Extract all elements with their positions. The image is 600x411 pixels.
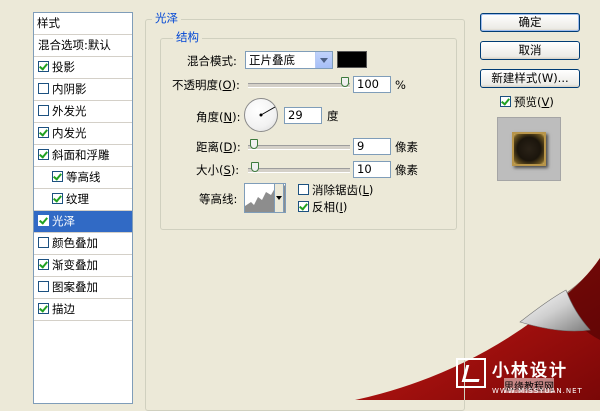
style-label: 颜色叠加: [52, 236, 98, 250]
blend-mode-select[interactable]: 正片叠底: [245, 51, 333, 69]
contour-dropdown-button[interactable]: [274, 183, 284, 213]
size-input[interactable]: 10: [353, 161, 391, 178]
style-label: 内发光: [52, 126, 87, 140]
angle-accesskey: N: [223, 110, 233, 124]
checkbox[interactable]: [52, 193, 63, 204]
checkbox[interactable]: [38, 127, 49, 138]
style-label: 图案叠加: [52, 280, 98, 294]
checkbox[interactable]: [38, 237, 49, 248]
satin-group-title: 光泽: [152, 11, 181, 25]
anti-alias-label-end: ): [368, 183, 374, 197]
style-item-contour[interactable]: 等高线: [34, 167, 132, 189]
blend-color-swatch[interactable]: [337, 51, 367, 68]
structure-group-title: 结构: [173, 30, 202, 44]
style-label: 内阴影: [52, 82, 87, 96]
preview-checkbox[interactable]: [500, 96, 511, 107]
distance-slider-thumb[interactable]: [250, 139, 258, 149]
style-list: 样式 混合选项:默认 投影 内阴影 外发光 内发光 斜面和浮雕 等高线 纹理 光…: [33, 12, 133, 404]
checkbox[interactable]: [38, 215, 49, 226]
style-label: 光泽: [52, 214, 75, 228]
blend-mode-value: 正片叠底: [249, 53, 295, 67]
style-item-pattern-overlay[interactable]: 图案叠加: [34, 277, 132, 299]
style-label: 渐变叠加: [52, 258, 98, 272]
size-slider-thumb[interactable]: [251, 162, 259, 172]
checkbox[interactable]: [38, 61, 49, 72]
style-item-texture[interactable]: 纹理: [34, 189, 132, 211]
style-item-outer-glow[interactable]: 外发光: [34, 101, 132, 123]
ok-button[interactable]: 确定: [480, 13, 580, 32]
watermark: 小林设计 思缘教程网 WWW.MISSYUAN.NET: [452, 354, 597, 396]
checkbox[interactable]: [52, 171, 63, 182]
preview-thumbnail: [512, 132, 546, 166]
size-label: 大小(S):: [196, 162, 239, 178]
invert-option[interactable]: 反相(I): [298, 199, 347, 215]
blend-options-item[interactable]: 混合选项:默认: [34, 35, 132, 57]
angle-label-end: ):: [232, 110, 241, 124]
preview-label-end: ): [549, 95, 554, 109]
preview-label: 预览(: [514, 95, 542, 109]
distance-input[interactable]: 9: [353, 138, 391, 155]
checkbox[interactable]: [38, 83, 49, 94]
angle-unit: 度: [327, 109, 339, 123]
opacity-label-text: 不透明度(: [172, 78, 223, 92]
checkbox[interactable]: [38, 259, 49, 270]
preview-option[interactable]: 预览(V): [500, 94, 554, 110]
size-label-text: 大小(: [196, 163, 224, 177]
style-label: 投影: [52, 60, 75, 74]
anti-alias-checkbox[interactable]: [298, 184, 309, 195]
size-accesskey: S: [223, 163, 231, 177]
anti-alias-option[interactable]: 消除锯齿(L): [298, 182, 373, 198]
style-item-inner-glow[interactable]: 内发光: [34, 123, 132, 145]
style-item-gradient-overlay[interactable]: 渐变叠加: [34, 255, 132, 277]
distance-label-end: ):: [232, 140, 241, 154]
distance-slider-track[interactable]: [248, 145, 350, 150]
style-label: 外发光: [52, 104, 87, 118]
size-slider-track[interactable]: [248, 168, 350, 173]
watermark-url: WWW.MISSYUAN.NET: [492, 387, 583, 395]
angle-dial[interactable]: [244, 98, 278, 132]
blend-mode-label: 混合模式:: [187, 54, 237, 68]
style-label: 等高线: [66, 170, 101, 184]
style-item-color-overlay[interactable]: 颜色叠加: [34, 233, 132, 255]
opacity-input[interactable]: 100: [353, 76, 391, 93]
distance-label-text: 距离(: [196, 140, 224, 154]
style-item-inner-shadow[interactable]: 内阴影: [34, 79, 132, 101]
angle-input[interactable]: 29: [284, 107, 322, 124]
opacity-slider-track[interactable]: [248, 83, 350, 88]
checkbox[interactable]: [38, 105, 49, 116]
style-item-satin[interactable]: 光泽: [34, 211, 132, 233]
watermark-logo-icon: [456, 358, 486, 388]
invert-label: 反相(: [312, 200, 340, 214]
style-label: 描边: [52, 302, 75, 316]
style-label: 纹理: [66, 192, 89, 206]
angle-dial-needle: [259, 106, 276, 117]
style-label: 斜面和浮雕: [52, 148, 110, 162]
angle-label-text: 角度(: [196, 110, 224, 124]
styles-header[interactable]: 样式: [34, 13, 132, 35]
opacity-accesskey: O: [222, 78, 232, 92]
invert-checkbox[interactable]: [298, 201, 309, 212]
style-item-drop-shadow[interactable]: 投影: [34, 57, 132, 79]
contour-label: 等高线:: [199, 192, 238, 206]
size-label-end: ):: [230, 163, 240, 177]
new-style-button[interactable]: 新建样式(W)...: [480, 69, 580, 88]
anti-alias-label: 消除锯齿(: [312, 183, 363, 197]
distance-label: 距离(D):: [196, 139, 241, 155]
size-unit: 像素: [395, 163, 418, 177]
opacity-label: 不透明度(O):: [172, 77, 240, 93]
style-item-bevel-emboss[interactable]: 斜面和浮雕: [34, 145, 132, 167]
checkbox[interactable]: [38, 303, 49, 314]
style-item-stroke[interactable]: 描边: [34, 299, 132, 321]
checkbox[interactable]: [38, 281, 49, 292]
checkbox[interactable]: [38, 149, 49, 160]
opacity-label-end: ):: [231, 78, 240, 92]
distance-unit: 像素: [395, 140, 418, 154]
angle-label: 角度(N):: [196, 109, 240, 125]
chevron-down-icon: [315, 52, 332, 68]
opacity-unit: %: [395, 78, 406, 92]
invert-label-end: ): [342, 200, 348, 214]
opacity-slider-thumb[interactable]: [341, 77, 349, 87]
cancel-button[interactable]: 取消: [480, 41, 580, 60]
style-preview: [497, 117, 561, 181]
